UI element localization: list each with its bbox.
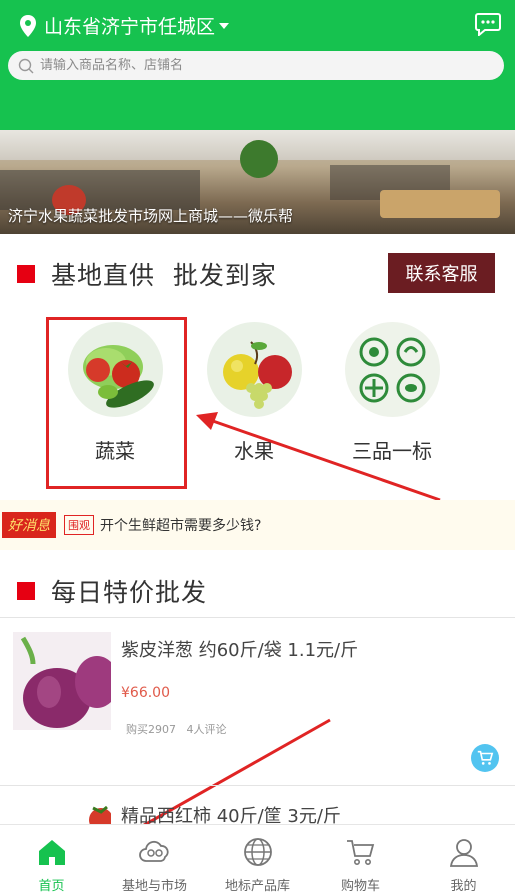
user-icon [449, 839, 478, 867]
search-icon [18, 58, 34, 73]
location-pin-icon [20, 14, 36, 37]
app-header: 山东省济宁市任城区 [0, 0, 515, 130]
product-meta: 购买2907 4人评论 [126, 721, 227, 737]
section-marker-icon [17, 265, 35, 283]
add-to-cart-button[interactable] [471, 744, 499, 772]
category-label: 三品一标 [352, 439, 432, 463]
product-image-tomato[interactable] [13, 800, 111, 824]
banner-plant [240, 140, 278, 178]
certification-icon [344, 322, 440, 417]
search-input[interactable] [40, 58, 480, 73]
banner-sofa [380, 190, 500, 218]
product-price: ¥66.00 [121, 685, 170, 701]
tab-label: 我的 [450, 879, 477, 894]
tab-home[interactable]: 首页 [0, 825, 103, 896]
tab-label: 首页 [38, 879, 65, 894]
chevron-down-icon [219, 22, 230, 29]
section-marker-icon [17, 582, 35, 600]
banner-desks [0, 170, 200, 210]
section-title: 每日特价批发 [51, 578, 208, 607]
annotation-highlight-box [46, 317, 187, 489]
divider [0, 617, 515, 618]
category-fruits[interactable]: 水果 [184, 322, 324, 464]
section-title: 基地直供 批发到家 [51, 261, 277, 290]
ticker-text[interactable]: 开个生鲜超市需要多少钱? [100, 515, 261, 535]
ticker-tag: 围观 [64, 515, 94, 535]
bottom-tab-bar: 首页 基地与市场 地标产品库 购物车 我的 [0, 824, 515, 896]
tab-profile[interactable]: 我的 [412, 825, 515, 896]
divider [0, 785, 515, 786]
tab-landmark-products[interactable]: 地标产品库 [206, 825, 309, 896]
banner-caption: 济宁水果蔬菜批发市场网上商城——微乐帮 [8, 207, 294, 225]
section-header-daily-deals: 每日特价批发 [0, 573, 515, 609]
news-ticker[interactable]: 好消息 围观 开个生鲜超市需要多少钱? [0, 500, 515, 550]
category-certification[interactable]: 三品一标 [322, 322, 462, 464]
category-label: 水果 [234, 439, 274, 463]
location-selector[interactable]: 山东省济宁市任城区 [18, 12, 230, 39]
message-icon[interactable] [475, 12, 501, 36]
tab-base-market[interactable]: 基地与市场 [103, 825, 206, 896]
good-news-badge: 好消息 [2, 512, 56, 538]
cloud-icon [138, 840, 169, 862]
cart-icon [346, 840, 374, 865]
contact-service-button[interactable]: 联系客服 [388, 253, 495, 293]
cart-icon [477, 750, 494, 765]
promo-banner[interactable]: 济宁水果蔬菜批发市场网上商城——微乐帮 [0, 130, 515, 234]
fruits-icon [206, 322, 302, 417]
product-image-onion[interactable] [13, 632, 111, 730]
location-text: 山东省济宁市任城区 [44, 16, 216, 38]
product-title[interactable]: 紫皮洋葱 约60斤/袋 1.1元/斤 [121, 636, 358, 662]
home-icon [38, 840, 65, 865]
tab-label: 基地与市场 [121, 879, 187, 894]
tab-label: 地标产品库 [224, 879, 290, 894]
search-bar[interactable] [8, 51, 504, 80]
product-bought-count: 购买2907 [126, 723, 176, 736]
globe-icon [243, 838, 272, 866]
tab-cart[interactable]: 购物车 [309, 825, 412, 896]
tab-label: 购物车 [340, 879, 380, 894]
product-review-count: 4人评论 [186, 723, 227, 736]
